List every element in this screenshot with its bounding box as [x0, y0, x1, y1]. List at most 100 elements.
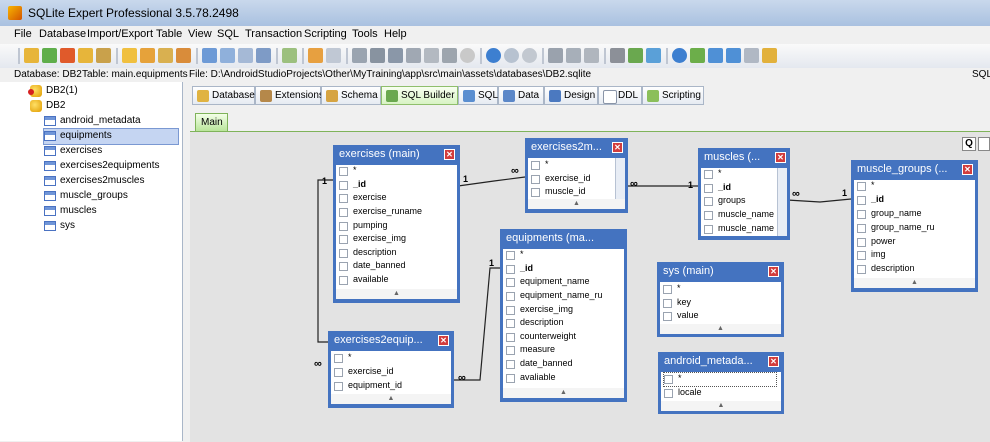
- field-name: description: [871, 263, 915, 273]
- close-icon[interactable]: ✕: [768, 266, 779, 277]
- field-checkbox[interactable]: [663, 285, 672, 294]
- entity-fields: * _id exercise exercise_runame pumping e…: [336, 165, 457, 289]
- field-name: *: [520, 249, 524, 259]
- field-name: exercise_id: [545, 173, 591, 183]
- field-name: avaliable: [520, 372, 556, 382]
- field-checkbox[interactable]: [664, 375, 673, 384]
- field-name: description: [520, 317, 564, 327]
- entity-expand-toggle[interactable]: ▲: [854, 278, 975, 288]
- field-checkbox[interactable]: [857, 265, 866, 274]
- field-checkbox[interactable]: [506, 292, 515, 301]
- field-name: exercise_runame: [353, 206, 423, 216]
- close-icon[interactable]: ✕: [612, 142, 623, 153]
- entity-exercises[interactable]: exercises (main) ✕ * _id exercise exerci…: [333, 145, 460, 303]
- field-checkbox[interactable]: [664, 389, 673, 398]
- entity-title: exercises2equip...: [334, 334, 423, 346]
- entity-expand-toggle[interactable]: ▲: [336, 289, 457, 299]
- field-name: power: [871, 236, 896, 246]
- entity-equipments[interactable]: equipments (ma... * _id equipment_name e…: [500, 229, 627, 402]
- entity-title: muscles (...: [704, 151, 761, 163]
- field-name: date_banned: [520, 358, 573, 368]
- field-checkbox[interactable]: [506, 251, 515, 260]
- entity-expand-toggle[interactable]: ▲: [660, 324, 781, 334]
- entity-android-metadata[interactable]: android_metada... ✕ * locale ▲: [658, 352, 784, 414]
- field-name: *: [678, 373, 682, 383]
- entity-scrollbar[interactable]: [615, 158, 625, 199]
- field-checkbox[interactable]: [339, 262, 348, 271]
- field-checkbox[interactable]: [506, 265, 515, 274]
- field-checkbox[interactable]: [339, 222, 348, 231]
- field-checkbox[interactable]: [704, 197, 713, 206]
- field-checkbox[interactable]: [857, 210, 866, 219]
- field-name: exercise: [353, 192, 387, 202]
- field-checkbox[interactable]: [339, 208, 348, 217]
- entity-exercises2equipments[interactable]: exercises2equip... ✕ * exercise_id equip…: [328, 331, 454, 408]
- field-checkbox[interactable]: [339, 167, 348, 176]
- field-checkbox[interactable]: [857, 238, 866, 247]
- field-checkbox[interactable]: [531, 188, 540, 197]
- field-checkbox[interactable]: [704, 184, 713, 193]
- field-row[interactable]: *: [663, 372, 777, 387]
- field-name: equipment_name: [520, 276, 590, 286]
- field-checkbox[interactable]: [531, 161, 540, 170]
- entity-expand-toggle[interactable]: ▲: [503, 388, 624, 398]
- entity-fields: * exercise_id equipment_id: [331, 351, 451, 394]
- field-checkbox[interactable]: [339, 194, 348, 203]
- field-checkbox[interactable]: [506, 306, 515, 315]
- field-checkbox[interactable]: [857, 224, 866, 233]
- field-checkbox[interactable]: [704, 225, 713, 234]
- close-icon[interactable]: ✕: [768, 356, 779, 367]
- field-checkbox[interactable]: [857, 251, 866, 260]
- field-name: *: [353, 165, 357, 175]
- field-checkbox[interactable]: [704, 170, 713, 179]
- field-checkbox[interactable]: [663, 312, 672, 321]
- rel-many-marker: ∞: [630, 178, 638, 190]
- close-icon[interactable]: ✕: [962, 164, 973, 175]
- field-checkbox[interactable]: [339, 276, 348, 285]
- field-name: _id: [718, 182, 732, 192]
- field-checkbox[interactable]: [857, 182, 866, 191]
- field-checkbox[interactable]: [334, 354, 343, 363]
- entity-fields: * _id equipment_name equipment_name_ru e…: [503, 249, 624, 388]
- entity-title: exercises (main): [339, 148, 420, 160]
- field-checkbox[interactable]: [339, 249, 348, 258]
- rel-one-marker: 1: [322, 176, 328, 186]
- entity-muscles[interactable]: muscles (... ✕ * _id groups muscle_name …: [698, 148, 790, 240]
- entity-scrollbar[interactable]: [777, 168, 787, 236]
- field-name: *: [718, 168, 722, 178]
- field-checkbox[interactable]: [334, 382, 343, 391]
- close-icon[interactable]: ✕: [444, 149, 455, 160]
- field-checkbox[interactable]: [506, 333, 515, 342]
- rel-exercises-e2m: [457, 176, 526, 187]
- entity-muscle-groups[interactable]: muscle_groups (... ✕ * _id group_name gr…: [851, 160, 978, 292]
- field-checkbox[interactable]: [506, 346, 515, 355]
- entity-expand-toggle[interactable]: ▲: [528, 199, 625, 209]
- field-checkbox[interactable]: [531, 175, 540, 184]
- entity-title: android_metada...: [664, 355, 753, 367]
- field-checkbox[interactable]: [334, 368, 343, 377]
- field-checkbox[interactable]: [857, 196, 866, 205]
- field-name: _id: [871, 194, 885, 204]
- close-icon[interactable]: ✕: [438, 335, 449, 346]
- field-checkbox[interactable]: [506, 319, 515, 328]
- field-checkbox[interactable]: [339, 181, 348, 190]
- rel-exercises-e2e: [317, 179, 333, 343]
- entity-fields: * exercise_id muscle_id: [528, 158, 625, 199]
- field-checkbox[interactable]: [663, 299, 672, 308]
- field-checkbox[interactable]: [704, 211, 713, 220]
- field-checkbox[interactable]: [506, 374, 515, 383]
- entity-sys[interactable]: sys (main) ✕ * key value ▲: [657, 262, 784, 337]
- field-name: measure: [520, 344, 556, 354]
- field-name: *: [348, 352, 352, 362]
- rel-one-marker: 1: [463, 174, 469, 184]
- rel-many-marker: ∞: [511, 165, 519, 177]
- rel-one-marker: 1: [489, 258, 495, 268]
- rel-many-marker: ∞: [792, 188, 800, 200]
- entity-exercises2muscles[interactable]: exercises2m... ✕ * exercise_id muscle_id…: [525, 138, 628, 213]
- field-checkbox[interactable]: [506, 360, 515, 369]
- entity-expand-toggle[interactable]: ▲: [661, 401, 781, 411]
- field-checkbox[interactable]: [339, 235, 348, 244]
- close-icon[interactable]: ✕: [775, 152, 786, 163]
- entity-expand-toggle[interactable]: ▲: [331, 394, 451, 404]
- field-checkbox[interactable]: [506, 278, 515, 287]
